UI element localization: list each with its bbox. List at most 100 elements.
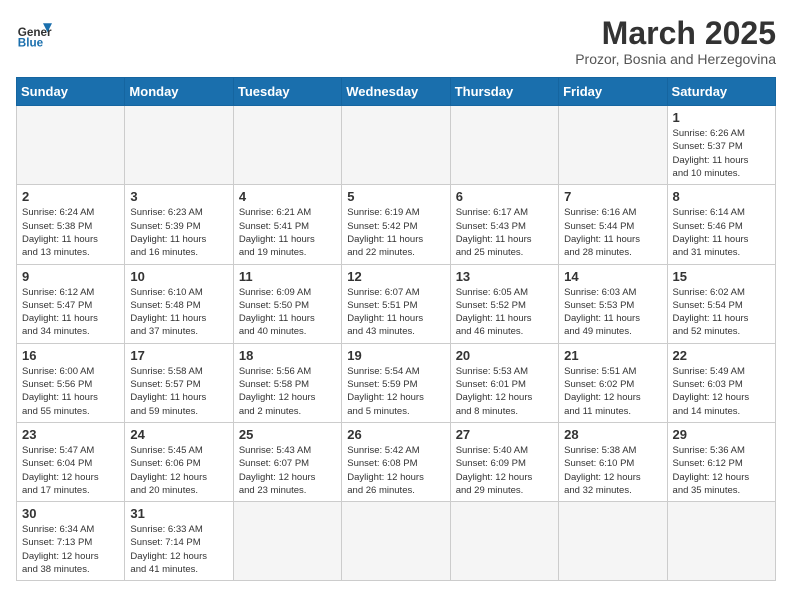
day-info: Sunrise: 6:34 AM Sunset: 7:13 PM Dayligh… [22, 523, 119, 576]
calendar-cell: 15 Sunrise: 6:02 AM Sunset: 5:54 PM Dayli… [667, 264, 775, 343]
page-header: General Blue March 2025 Prozor, Bosnia a… [16, 16, 776, 67]
day-info: Sunrise: 6:17 AM Sunset: 5:43 PM Dayligh… [456, 206, 553, 259]
day-info: Sunrise: 6:21 AM Sunset: 5:41 PM Dayligh… [239, 206, 336, 259]
calendar-cell: 11 Sunrise: 6:09 AM Sunset: 5:50 PM Dayli… [233, 264, 341, 343]
calendar-cell: 7 Sunrise: 6:16 AM Sunset: 5:44 PM Daylig… [559, 185, 667, 264]
day-number: 3 [130, 189, 227, 204]
calendar-cell: 22 Sunrise: 5:49 AM Sunset: 6:03 PM Dayli… [667, 343, 775, 422]
logo-icon: General Blue [16, 16, 52, 52]
calendar-cell: 26 Sunrise: 5:42 AM Sunset: 6:08 PM Dayli… [342, 422, 450, 501]
day-info: Sunrise: 6:33 AM Sunset: 7:14 PM Dayligh… [130, 523, 227, 576]
calendar-cell: 10Sunrise: 6:10 AM Sunset: 5:48 PM Dayli… [125, 264, 233, 343]
day-info: Sunrise: 5:42 AM Sunset: 6:08 PM Dayligh… [347, 444, 444, 497]
calendar-cell [233, 106, 341, 185]
day-number: 20 [456, 348, 553, 363]
calendar-cell [450, 106, 558, 185]
day-number: 8 [673, 189, 770, 204]
day-number: 14 [564, 269, 661, 284]
day-info: Sunrise: 6:03 AM Sunset: 5:53 PM Dayligh… [564, 286, 661, 339]
month-title: March 2025 [575, 16, 776, 51]
day-number: 19 [347, 348, 444, 363]
day-number: 13 [456, 269, 553, 284]
day-info: Sunrise: 5:58 AM Sunset: 5:57 PM Dayligh… [130, 365, 227, 418]
week-row-2: 2 Sunrise: 6:24 AM Sunset: 5:38 PM Daylig… [17, 185, 776, 264]
location-subtitle: Prozor, Bosnia and Herzegovina [575, 51, 776, 67]
calendar-cell: 3Sunrise: 6:23 AM Sunset: 5:39 PM Daylig… [125, 185, 233, 264]
weekday-header-friday: Friday [559, 78, 667, 106]
day-number: 17 [130, 348, 227, 363]
weekday-header-sunday: Sunday [17, 78, 125, 106]
calendar-cell: 12Sunrise: 6:07 AM Sunset: 5:51 PM Dayli… [342, 264, 450, 343]
title-block: March 2025 Prozor, Bosnia and Herzegovin… [575, 16, 776, 67]
day-number: 5 [347, 189, 444, 204]
day-number: 26 [347, 427, 444, 442]
calendar-cell: 2 Sunrise: 6:24 AM Sunset: 5:38 PM Daylig… [17, 185, 125, 264]
day-info: Sunrise: 6:02 AM Sunset: 5:54 PM Dayligh… [673, 286, 770, 339]
day-info: Sunrise: 5:47 AM Sunset: 6:04 PM Dayligh… [22, 444, 119, 497]
weekday-header-wednesday: Wednesday [342, 78, 450, 106]
day-info: Sunrise: 5:38 AM Sunset: 6:10 PM Dayligh… [564, 444, 661, 497]
day-number: 29 [673, 427, 770, 442]
calendar-cell [667, 502, 775, 581]
calendar-cell: 14 Sunrise: 6:03 AM Sunset: 5:53 PM Dayli… [559, 264, 667, 343]
day-info: Sunrise: 6:14 AM Sunset: 5:46 PM Dayligh… [673, 206, 770, 259]
calendar-table: SundayMondayTuesdayWednesdayThursdayFrid… [16, 77, 776, 581]
weekday-header-tuesday: Tuesday [233, 78, 341, 106]
calendar-cell: 21 Sunrise: 5:51 AM Sunset: 6:02 PM Dayli… [559, 343, 667, 422]
calendar-cell [17, 106, 125, 185]
calendar-cell: 30Sunrise: 6:34 AM Sunset: 7:13 PM Dayli… [17, 502, 125, 581]
week-row-5: 23 Sunrise: 5:47 AM Sunset: 6:04 PM Dayli… [17, 422, 776, 501]
day-info: Sunrise: 5:51 AM Sunset: 6:02 PM Dayligh… [564, 365, 661, 418]
calendar-cell: 25 Sunrise: 5:43 AM Sunset: 6:07 PM Dayli… [233, 422, 341, 501]
day-info: Sunrise: 5:36 AM Sunset: 6:12 PM Dayligh… [673, 444, 770, 497]
day-info: Sunrise: 6:26 AM Sunset: 5:37 PM Dayligh… [673, 127, 770, 180]
calendar-cell: 17 Sunrise: 5:58 AM Sunset: 5:57 PM Dayli… [125, 343, 233, 422]
calendar-cell [342, 106, 450, 185]
day-number: 7 [564, 189, 661, 204]
day-number: 11 [239, 269, 336, 284]
day-number: 15 [673, 269, 770, 284]
calendar-cell: 16Sunrise: 6:00 AM Sunset: 5:56 PM Dayli… [17, 343, 125, 422]
day-info: Sunrise: 5:40 AM Sunset: 6:09 PM Dayligh… [456, 444, 553, 497]
day-info: Sunrise: 5:45 AM Sunset: 6:06 PM Dayligh… [130, 444, 227, 497]
day-info: Sunrise: 6:05 AM Sunset: 5:52 PM Dayligh… [456, 286, 553, 339]
calendar-cell: 31 Sunrise: 6:33 AM Sunset: 7:14 PM Dayli… [125, 502, 233, 581]
calendar-cell [233, 502, 341, 581]
calendar-cell: 1Sunrise: 6:26 AM Sunset: 5:37 PM Daylig… [667, 106, 775, 185]
day-number: 22 [673, 348, 770, 363]
day-info: Sunrise: 6:24 AM Sunset: 5:38 PM Dayligh… [22, 206, 119, 259]
day-number: 23 [22, 427, 119, 442]
calendar-cell: 8 Sunrise: 6:14 AM Sunset: 5:46 PM Daylig… [667, 185, 775, 264]
day-number: 2 [22, 189, 119, 204]
weekday-header-thursday: Thursday [450, 78, 558, 106]
calendar-cell [559, 502, 667, 581]
weekday-header-row: SundayMondayTuesdayWednesdayThursdayFrid… [17, 78, 776, 106]
weekday-header-saturday: Saturday [667, 78, 775, 106]
calendar-cell [125, 106, 233, 185]
day-info: Sunrise: 5:54 AM Sunset: 5:59 PM Dayligh… [347, 365, 444, 418]
day-number: 31 [130, 506, 227, 521]
day-info: Sunrise: 6:12 AM Sunset: 5:47 PM Dayligh… [22, 286, 119, 339]
calendar-cell [450, 502, 558, 581]
calendar-cell [342, 502, 450, 581]
day-number: 6 [456, 189, 553, 204]
day-number: 21 [564, 348, 661, 363]
calendar-cell: 23 Sunrise: 5:47 AM Sunset: 6:04 PM Dayli… [17, 422, 125, 501]
svg-text:Blue: Blue [18, 37, 44, 50]
calendar-cell: 18Sunrise: 5:56 AM Sunset: 5:58 PM Dayli… [233, 343, 341, 422]
calendar-cell: 29 Sunrise: 5:36 AM Sunset: 6:12 PM Dayli… [667, 422, 775, 501]
day-info: Sunrise: 6:09 AM Sunset: 5:50 PM Dayligh… [239, 286, 336, 339]
calendar-cell: 5Sunrise: 6:19 AM Sunset: 5:42 PM Daylig… [342, 185, 450, 264]
day-number: 28 [564, 427, 661, 442]
day-info: Sunrise: 5:43 AM Sunset: 6:07 PM Dayligh… [239, 444, 336, 497]
calendar-cell: 9 Sunrise: 6:12 AM Sunset: 5:47 PM Daylig… [17, 264, 125, 343]
calendar-cell: 4Sunrise: 6:21 AM Sunset: 5:41 PM Daylig… [233, 185, 341, 264]
calendar-cell: 28 Sunrise: 5:38 AM Sunset: 6:10 PM Dayli… [559, 422, 667, 501]
day-info: Sunrise: 5:53 AM Sunset: 6:01 PM Dayligh… [456, 365, 553, 418]
day-info: Sunrise: 5:49 AM Sunset: 6:03 PM Dayligh… [673, 365, 770, 418]
day-number: 27 [456, 427, 553, 442]
day-number: 25 [239, 427, 336, 442]
day-info: Sunrise: 6:16 AM Sunset: 5:44 PM Dayligh… [564, 206, 661, 259]
day-number: 9 [22, 269, 119, 284]
day-number: 24 [130, 427, 227, 442]
